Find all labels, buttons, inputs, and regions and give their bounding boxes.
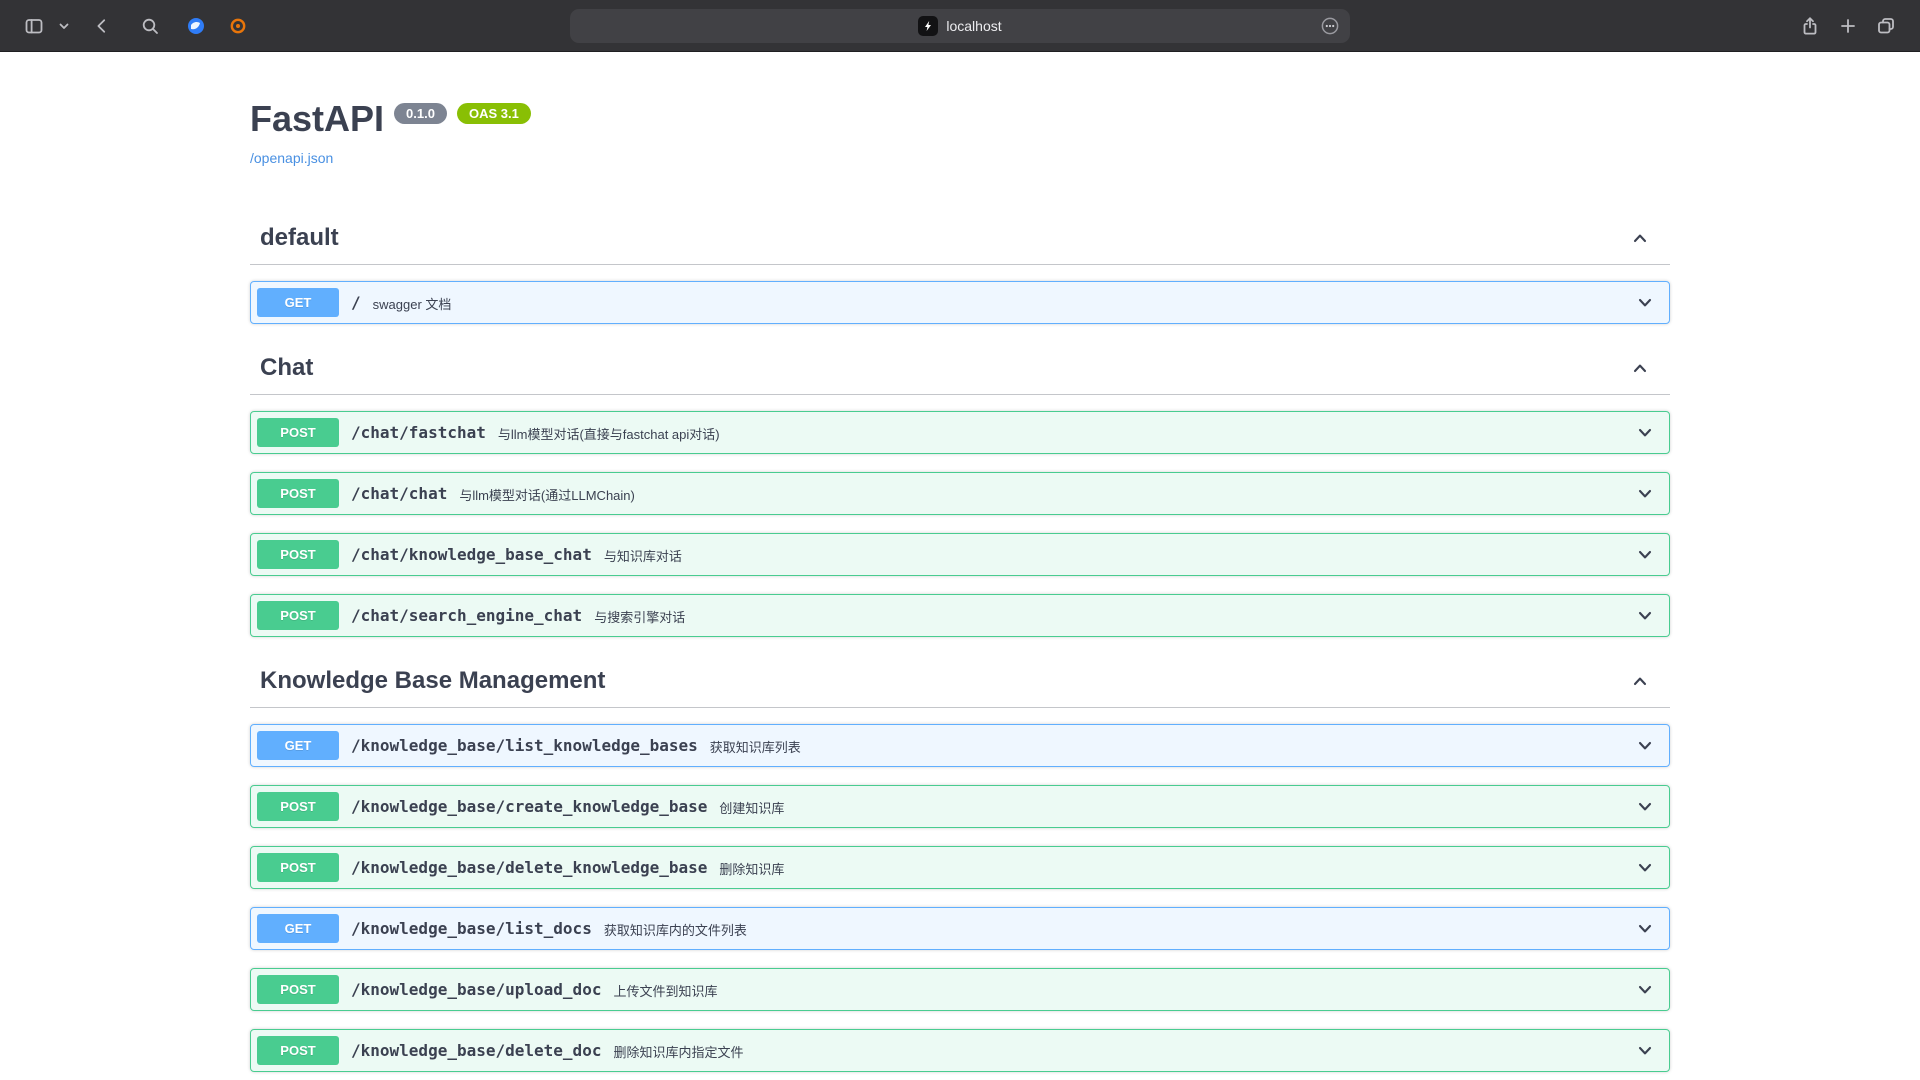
section-title: Chat xyxy=(260,354,1630,382)
operation-row[interactable]: GET/swagger 文档 xyxy=(250,281,1670,324)
operation-path: /knowledge_base/list_knowledge_bases xyxy=(339,736,710,755)
operation-path: /knowledge_base/delete_knowledge_base xyxy=(339,858,719,877)
operation-row[interactable]: POST/knowledge_base/upload_doc上传文件到知识库 xyxy=(250,968,1670,1011)
operation-path: /chat/chat xyxy=(339,484,459,503)
address-url-text: localhost xyxy=(946,18,1001,34)
expand-chevron-down-icon[interactable] xyxy=(1635,484,1655,504)
operation-path: /chat/fastchat xyxy=(339,423,498,442)
record-icon[interactable] xyxy=(222,10,254,42)
operation-row[interactable]: POST/chat/chat与llm模型对话(通过LLMChain) xyxy=(250,472,1670,515)
operation-summary: 获取知识库列表 xyxy=(710,735,1635,756)
method-badge: GET xyxy=(257,914,339,943)
operation-summary: 与知识库对话 xyxy=(604,544,1635,565)
new-tab-icon[interactable] xyxy=(1832,10,1864,42)
expand-chevron-down-icon[interactable] xyxy=(1635,980,1655,1000)
collapse-chevron-up-icon[interactable] xyxy=(1630,358,1650,378)
expand-chevron-down-icon[interactable] xyxy=(1635,858,1655,878)
section-header[interactable]: Knowledge Base Management xyxy=(250,655,1670,708)
expand-chevron-down-icon[interactable] xyxy=(1635,919,1655,939)
expand-chevron-down-icon[interactable] xyxy=(1635,736,1655,756)
operation-summary: 创建知识库 xyxy=(719,796,1635,817)
expand-chevron-down-icon[interactable] xyxy=(1635,293,1655,313)
operation-path: /knowledge_base/delete_doc xyxy=(339,1041,613,1060)
operation-path: /chat/knowledge_base_chat xyxy=(339,545,604,564)
api-sections: defaultGET/swagger 文档ChatPOST/chat/fastc… xyxy=(250,212,1670,1079)
method-badge: POST xyxy=(257,479,339,508)
api-title-text: FastAPI xyxy=(250,98,384,140)
operation-summary: 与搜索引擎对话 xyxy=(594,605,1635,626)
section-operations: GET/knowledge_base/list_knowledge_bases获… xyxy=(250,708,1670,1079)
site-favicon-icon xyxy=(918,16,938,36)
method-badge: GET xyxy=(257,288,339,317)
api-section: default GET/swagger 文档 xyxy=(250,212,1670,324)
back-button[interactable] xyxy=(86,10,118,42)
operation-summary: 上传文件到知识库 xyxy=(613,979,1635,1000)
method-badge: POST xyxy=(257,601,339,630)
browser-toolbar: localhost xyxy=(0,0,1920,52)
operation-summary: 删除知识库内指定文件 xyxy=(613,1040,1635,1061)
openapi-json-link[interactable]: /openapi.json xyxy=(250,150,333,166)
section-title: Knowledge Base Management xyxy=(260,667,1630,695)
blue-app-icon[interactable] xyxy=(180,10,212,42)
method-badge: POST xyxy=(257,1036,339,1065)
method-badge: POST xyxy=(257,540,339,569)
operation-path: /knowledge_base/list_docs xyxy=(339,919,604,938)
operation-summary: 获取知识库内的文件列表 xyxy=(604,918,1635,939)
operation-summary: 与llm模型对话(通过LLMChain) xyxy=(459,483,1635,504)
operation-row[interactable]: POST/knowledge_base/delete_knowledge_bas… xyxy=(250,846,1670,889)
version-badge: 0.1.0 xyxy=(394,103,447,124)
operation-path: /knowledge_base/upload_doc xyxy=(339,980,613,999)
operation-row[interactable]: POST/chat/fastchat与llm模型对话(直接与fastchat a… xyxy=(250,411,1670,454)
method-badge: GET xyxy=(257,731,339,760)
operation-row[interactable]: GET/knowledge_base/list_docs获取知识库内的文件列表 xyxy=(250,907,1670,950)
operation-path: / xyxy=(339,293,373,312)
api-info: FastAPI 0.1.0 OAS 3.1 /openapi.json xyxy=(250,52,1670,168)
search-icon[interactable] xyxy=(134,10,166,42)
section-header[interactable]: default xyxy=(250,212,1670,265)
api-section: Knowledge Base Management GET/knowledge_b… xyxy=(250,655,1670,1079)
operation-row[interactable]: POST/chat/knowledge_base_chat与知识库对话 xyxy=(250,533,1670,576)
toolbar-right-group xyxy=(1794,10,1902,42)
operation-row[interactable]: GET/knowledge_base/list_knowledge_bases获… xyxy=(250,724,1670,767)
section-operations: POST/chat/fastchat与llm模型对话(直接与fastchat a… xyxy=(250,395,1670,637)
operation-row[interactable]: POST/knowledge_base/delete_doc删除知识库内指定文件 xyxy=(250,1029,1670,1072)
operation-path: /chat/search_engine_chat xyxy=(339,606,594,625)
page-title: FastAPI 0.1.0 OAS 3.1 xyxy=(250,98,1670,140)
tab-overview-icon[interactable] xyxy=(1870,10,1902,42)
address-bar-content: localhost xyxy=(918,16,1001,36)
operation-summary: 删除知识库 xyxy=(719,857,1635,878)
collapse-chevron-up-icon[interactable] xyxy=(1630,671,1650,691)
collapse-chevron-up-icon[interactable] xyxy=(1630,228,1650,248)
operation-row[interactable]: POST/chat/search_engine_chat与搜索引擎对话 xyxy=(250,594,1670,637)
toolbar-left-group xyxy=(18,10,254,42)
method-badge: POST xyxy=(257,418,339,447)
expand-chevron-down-icon[interactable] xyxy=(1635,797,1655,817)
section-operations: GET/swagger 文档 xyxy=(250,265,1670,324)
method-badge: POST xyxy=(257,853,339,882)
address-bar[interactable]: localhost xyxy=(570,9,1350,43)
share-icon[interactable] xyxy=(1794,10,1826,42)
expand-chevron-down-icon[interactable] xyxy=(1635,606,1655,626)
swagger-page: FastAPI 0.1.0 OAS 3.1 /openapi.json defa… xyxy=(0,52,1920,1079)
sidebar-chevron-down-icon[interactable] xyxy=(56,14,72,38)
section-title: default xyxy=(260,224,1630,252)
section-header[interactable]: Chat xyxy=(250,342,1670,395)
operation-row[interactable]: POST/knowledge_base/create_knowledge_bas… xyxy=(250,785,1670,828)
method-badge: POST xyxy=(257,975,339,1004)
page-menu-ellipsis-icon[interactable] xyxy=(1320,16,1340,36)
expand-chevron-down-icon[interactable] xyxy=(1635,423,1655,443)
operation-summary: swagger 文档 xyxy=(373,292,1635,313)
api-section: Chat POST/chat/fastchat与llm模型对话(直接与fastch… xyxy=(250,342,1670,637)
operation-path: /knowledge_base/create_knowledge_base xyxy=(339,797,719,816)
method-badge: POST xyxy=(257,792,339,821)
sidebar-toggle-button[interactable] xyxy=(18,10,50,42)
expand-chevron-down-icon[interactable] xyxy=(1635,545,1655,565)
operation-summary: 与llm模型对话(直接与fastchat api对话) xyxy=(498,422,1635,443)
expand-chevron-down-icon[interactable] xyxy=(1635,1041,1655,1061)
oas-badge: OAS 3.1 xyxy=(457,103,531,124)
